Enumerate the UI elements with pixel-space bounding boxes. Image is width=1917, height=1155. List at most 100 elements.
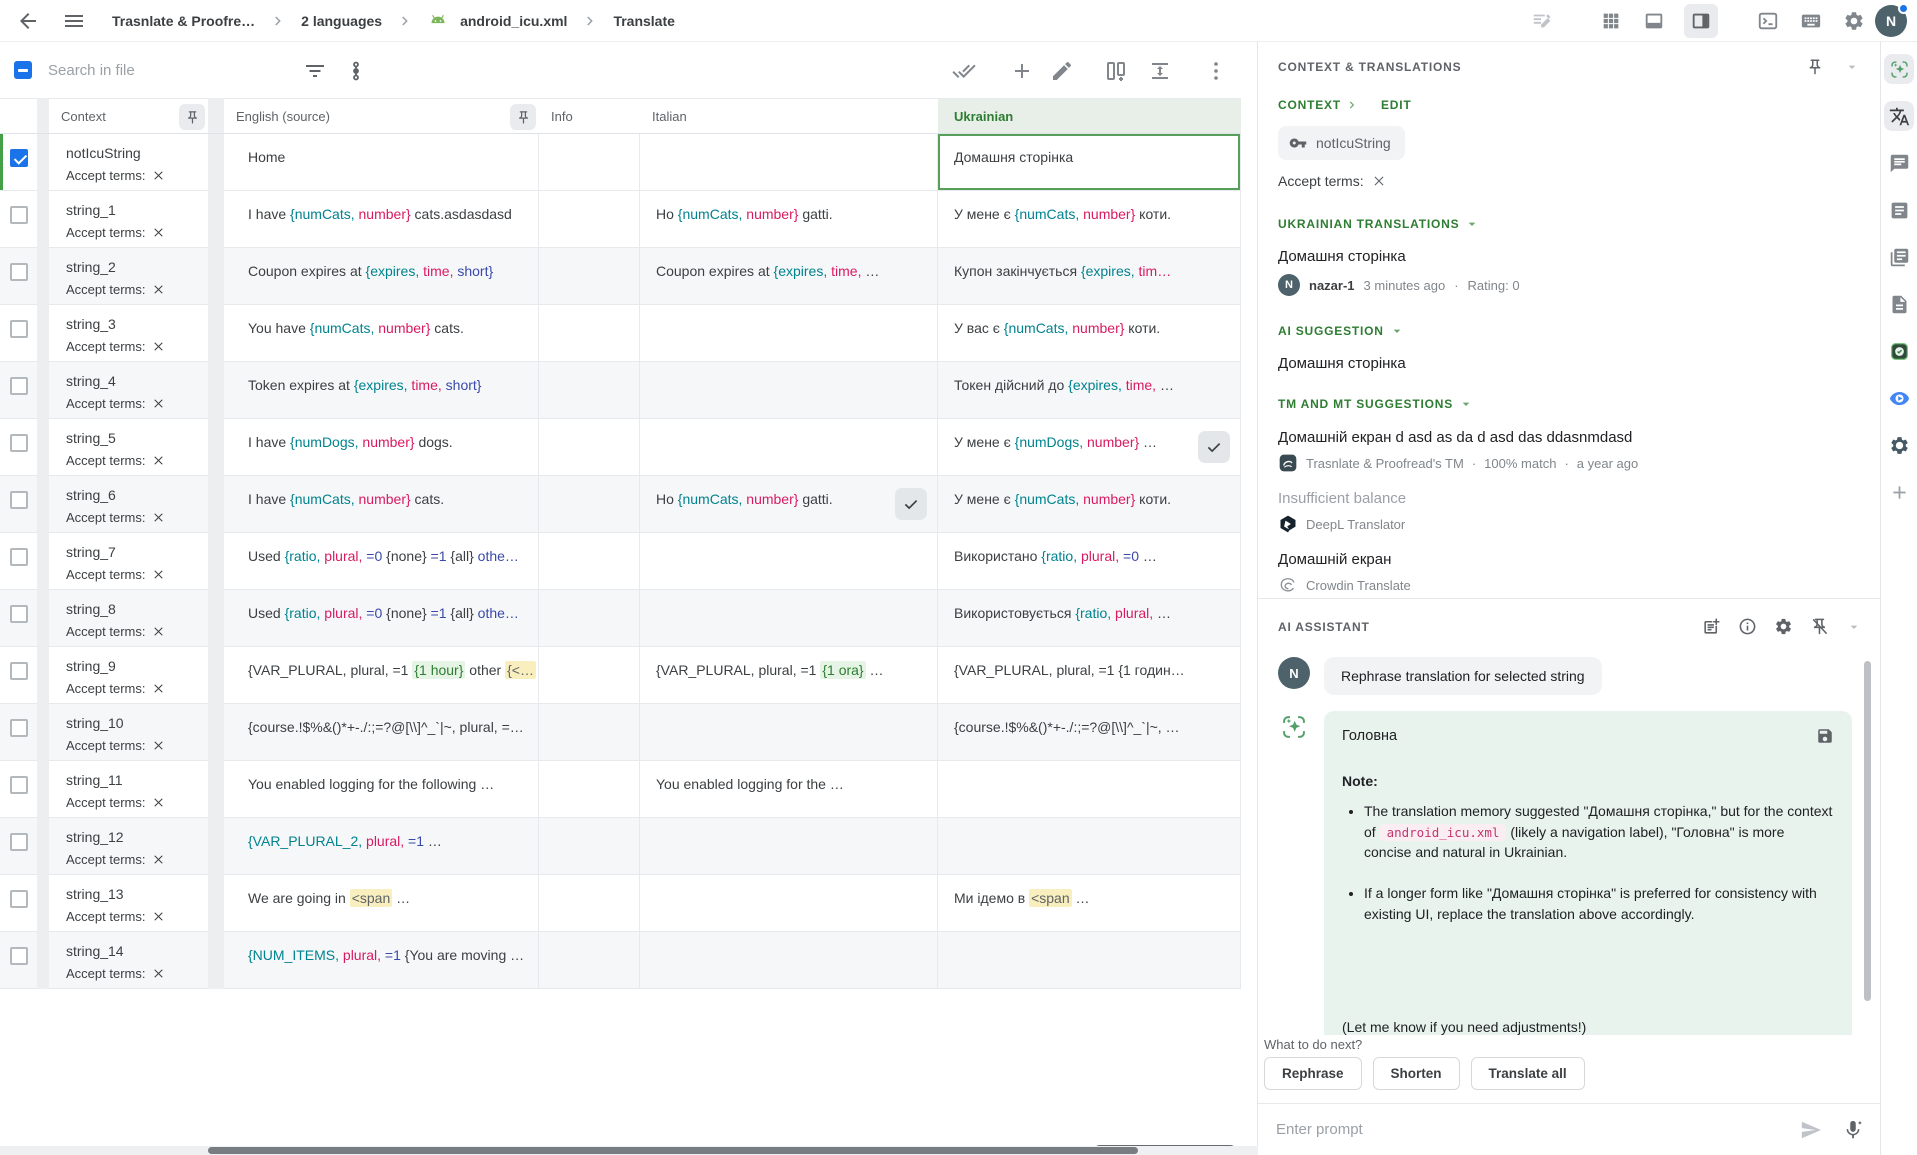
row-checkbox[interactable] (10, 491, 28, 509)
section-tm-mt-suggestions[interactable]: TM AND MT SUGGESTIONS (1278, 396, 1860, 412)
italian-cell[interactable] (640, 932, 938, 989)
save-icon[interactable] (1816, 727, 1834, 745)
italian-cell[interactable]: Ho {numCats, number} gatti. (640, 191, 938, 248)
select-all-checkbox[interactable] (14, 61, 32, 79)
pin-panel-icon[interactable] (1806, 58, 1824, 76)
draft-edit-icon[interactable] (1529, 8, 1555, 34)
row-checkbox[interactable] (10, 605, 28, 623)
chat-scrollbar[interactable] (1864, 661, 1871, 1001)
italian-cell[interactable] (640, 590, 938, 647)
pin-column-icon[interactable] (510, 104, 536, 130)
keyboard-icon[interactable] (1798, 8, 1824, 34)
menu-icon[interactable] (62, 9, 86, 33)
rail-dark-gear-icon[interactable] (1884, 430, 1914, 460)
source-cell[interactable]: You enabled logging for the following … (224, 761, 539, 818)
approve-translation-button[interactable] (1198, 431, 1230, 463)
source-cell[interactable]: I have {numDogs, number} dogs. (224, 419, 539, 476)
context-cell[interactable]: string_14Accept terms: (49, 932, 208, 989)
context-cell[interactable]: string_13Accept terms: (49, 875, 208, 932)
panel-right-icon[interactable] (1684, 4, 1718, 38)
source-cell[interactable]: We are going in <span … (224, 875, 539, 932)
source-cell[interactable]: {NUM_ITEMS, plural, =1 {You are moving … (224, 932, 539, 989)
source-cell[interactable]: Coupon expires at {expires, time, short} (224, 248, 539, 305)
column-header-context[interactable]: Context (49, 98, 208, 134)
horizontal-scrollbar[interactable] (0, 1146, 1258, 1155)
context-cell[interactable]: string_3Accept terms: (49, 305, 208, 362)
column-header-ukrainian[interactable]: Ukrainian (938, 98, 1241, 134)
source-cell[interactable]: {VAR_PLURAL_2, plural, =1 … (224, 818, 539, 875)
context-cell[interactable]: string_5Accept terms: (49, 419, 208, 476)
tm-suggestion[interactable]: Домашній екран d asd as da d asd das dda… (1278, 429, 1860, 473)
shorten-button[interactable]: Shorten (1373, 1057, 1460, 1090)
context-cell[interactable]: string_9Accept terms: (49, 647, 208, 704)
more-options-icon[interactable] (1204, 59, 1228, 83)
context-cell[interactable]: string_12Accept terms: (49, 818, 208, 875)
italian-cell[interactable]: You enabled logging for the … (640, 761, 938, 818)
filter-icon[interactable] (303, 59, 327, 83)
unpin-icon[interactable] (1810, 617, 1829, 636)
italian-cell[interactable] (640, 533, 938, 590)
context-cell[interactable]: string_10Accept terms: (49, 704, 208, 761)
row-checkbox[interactable] (10, 890, 28, 908)
ukrainian-cell[interactable]: У мене є {numCats, number} коти. (938, 191, 1241, 248)
ukrainian-cell[interactable]: Ми ідемо в <span … (938, 875, 1241, 932)
add-string-icon[interactable] (1010, 59, 1034, 83)
translation-text[interactable]: Домашня сторінка (1278, 248, 1860, 265)
breadcrumb-file[interactable]: android_icu.xml (460, 13, 567, 29)
ukrainian-cell[interactable]: У вас є {numCats, number} коти. (938, 305, 1241, 362)
italian-cell[interactable]: Coupon expires at {expires, time, … (640, 248, 938, 305)
split-view-icon[interactable] (1104, 59, 1128, 83)
ukrainian-cell[interactable]: У мене є {numDogs, number} … (938, 419, 1241, 476)
source-cell[interactable]: Home (224, 134, 539, 191)
row-checkbox[interactable] (10, 548, 28, 566)
source-cell[interactable]: You have {numCats, number} cats. (224, 305, 539, 362)
mic-icon[interactable] (1842, 1119, 1864, 1141)
source-cell[interactable]: {course.!$%&()*+-./:;=?@[\\]^_`|~, plura… (224, 704, 539, 761)
section-ukrainian-translations[interactable]: UKRAINIAN TRANSLATIONS (1278, 216, 1860, 232)
rail-article-icon[interactable] (1884, 195, 1914, 225)
context-link[interactable]: CONTEXT (1278, 98, 1341, 112)
row-height-icon[interactable] (1148, 59, 1172, 83)
italian-cell[interactable]: {VAR_PLURAL, plural, =1 {1 ora} … (640, 647, 938, 704)
ukrainian-cell[interactable]: Використовується {ratio, plural, … (938, 590, 1241, 647)
rail-qa-app-icon[interactable] (1884, 336, 1914, 366)
translate-all-button[interactable]: Translate all (1471, 1057, 1585, 1090)
column-header-italian[interactable]: Italian (640, 98, 938, 134)
settings-gear-icon[interactable] (1841, 8, 1867, 34)
rail-comments-icon[interactable] (1884, 148, 1914, 178)
section-ai-suggestion[interactable]: AI SUGGESTION (1278, 323, 1860, 339)
ukrainian-cell[interactable]: Використано {ratio, plural, =0 … (938, 533, 1241, 590)
row-checkbox[interactable] (10, 377, 28, 395)
tune-icon[interactable] (344, 59, 368, 83)
search-input[interactable] (48, 56, 288, 84)
italian-cell[interactable] (640, 362, 938, 419)
italian-cell[interactable] (640, 134, 938, 191)
ai-suggestion-text[interactable]: Домашня сторінка (1278, 355, 1860, 372)
ukrainian-cell[interactable]: Купон закінчується {expires, tim… (938, 248, 1241, 305)
ukrainian-cell[interactable] (938, 932, 1241, 989)
source-cell[interactable]: I have {numCats, number} cats.asdasdasd (224, 191, 539, 248)
rail-file-info-icon[interactable] (1884, 289, 1914, 319)
ukrainian-cell[interactable] (938, 761, 1241, 818)
ukrainian-cell[interactable]: {VAR_PLURAL, plural, =1 {1 годин… (938, 647, 1241, 704)
approve-translation-button[interactable] (895, 488, 927, 520)
row-checkbox[interactable] (10, 719, 28, 737)
context-cell[interactable]: string_6Accept terms: (49, 476, 208, 533)
ukrainian-cell[interactable]: {course.!$%&()*+-./:;=?@[\\]^_`|~, … (938, 704, 1241, 761)
breadcrumb-project[interactable]: Trasnlate & Proofre… (112, 13, 255, 29)
context-cell[interactable]: string_8Accept terms: (49, 590, 208, 647)
edit-link[interactable]: EDIT (1381, 98, 1412, 112)
row-checkbox[interactable] (10, 776, 28, 794)
back-icon[interactable] (16, 9, 40, 33)
row-checkbox[interactable] (10, 833, 28, 851)
context-cell[interactable]: string_1Accept terms: (49, 191, 208, 248)
italian-cell[interactable] (640, 704, 938, 761)
context-cell[interactable]: string_11Accept terms: (49, 761, 208, 818)
assistant-settings-icon[interactable] (1774, 617, 1793, 636)
source-cell[interactable]: Used {ratio, plural, =0 {none} =1 {all} … (224, 533, 539, 590)
source-cell[interactable]: {VAR_PLURAL, plural, =1 {1 hour} other {… (224, 647, 539, 704)
breadcrumb-mode[interactable]: Translate (613, 13, 674, 29)
rail-translate-icon[interactable] (1884, 101, 1914, 131)
tm-suggestion-text[interactable]: Домашній екран (1278, 551, 1860, 568)
approve-all-icon[interactable] (952, 59, 976, 83)
